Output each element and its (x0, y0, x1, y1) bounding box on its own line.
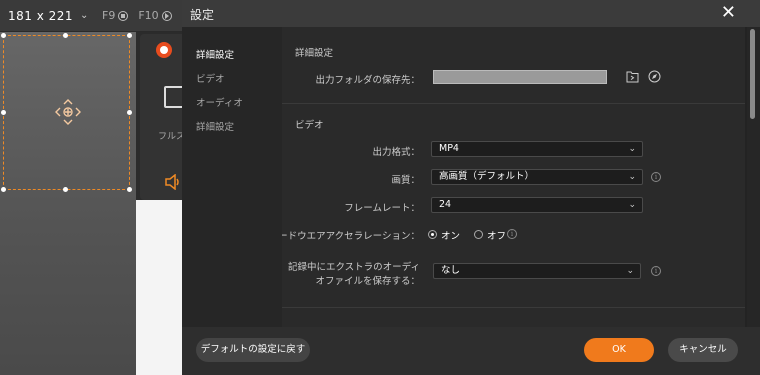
resize-handle[interactable] (1, 110, 6, 115)
region-size-readout[interactable]: 181 x 221 (0, 9, 80, 23)
framerate-label: フレームレート： (344, 203, 420, 214)
monitor-icon[interactable] (164, 86, 184, 108)
settings-content: 詳細設定 出力フォルダの保存先： ビデオ 出力格式： MP4 ⌄ 画質： 高画質… (282, 27, 745, 327)
quality-select[interactable]: 高画質（デフォルト） ⌄ (431, 169, 643, 185)
info-icon[interactable]: i (651, 172, 661, 182)
folder-open-icon[interactable] (626, 70, 639, 83)
dialog-titlebar: 設定 ✕ (182, 0, 760, 27)
screen: 181 x 221 ⌄ F9 F10 フルス 設定 ✕ 詳細設定 ビデオ オーデ… (0, 0, 760, 375)
resize-handle[interactable] (63, 187, 68, 192)
pause-hotkey: F10 (138, 9, 172, 22)
cancel-button[interactable]: キャンセル (668, 338, 738, 362)
settings-scrollbar[interactable] (747, 27, 760, 327)
gpu-off-label[interactable]: オフ (487, 228, 506, 242)
gpu-off-radio[interactable] (474, 230, 483, 239)
gpu-on-radio[interactable] (428, 230, 437, 239)
chevron-down-icon: ⌄ (628, 200, 636, 210)
chevron-down-icon[interactable]: ⌄ (80, 10, 98, 21)
pause-hotkey-label: F10 (138, 9, 159, 22)
gpu-acceleration-label: GPUハードウエアアクセラレーション： (282, 231, 420, 242)
ok-button[interactable]: OK (584, 338, 654, 362)
background-window (136, 200, 182, 375)
info-icon[interactable]: i (651, 266, 661, 276)
output-folder-label: 出力フォルダの保存先： (315, 75, 420, 86)
close-icon[interactable]: ✕ (721, 3, 736, 23)
scrollbar-thumb[interactable] (750, 29, 755, 119)
restore-defaults-button[interactable]: デフォルトの設定に戻す (196, 338, 310, 362)
fullscreen-label: フルス (158, 132, 186, 142)
output-folder-field[interactable] (433, 70, 607, 84)
resize-handle[interactable] (1, 33, 6, 38)
framerate-select-value: 24 (439, 199, 452, 210)
resize-handle[interactable] (127, 187, 132, 192)
extra-audio-select-value: なし (441, 265, 461, 276)
section-divider (282, 103, 745, 104)
play-icon[interactable] (161, 10, 172, 21)
nav-item-advanced[interactable]: 詳細設定 (196, 47, 234, 61)
format-label: 出力格式： (372, 147, 420, 158)
extra-audio-select[interactable]: なし ⌄ (433, 263, 641, 279)
nav-item-video[interactable]: ビデオ (196, 71, 225, 85)
chevron-down-icon: ⌄ (628, 144, 636, 154)
framerate-select[interactable]: 24 ⌄ (431, 197, 643, 213)
app-logo-icon (156, 42, 172, 58)
stop-icon[interactable] (118, 10, 129, 21)
section-title-video: ビデオ (295, 120, 324, 131)
quality-select-value: 高画質（デフォルト） (439, 171, 535, 182)
chevron-down-icon: ⌄ (626, 266, 634, 276)
settings-dialog: 設定 ✕ 詳細設定 ビデオ オーディオ 詳細設定 詳細設定 出力フォルダの保存先… (182, 0, 760, 375)
resize-handle[interactable] (1, 187, 6, 192)
speaker-icon[interactable] (164, 174, 182, 190)
section-divider (282, 307, 745, 308)
settings-nav: 詳細設定 ビデオ オーディオ 詳細設定 (182, 27, 282, 327)
capture-region[interactable] (1, 33, 132, 192)
chevron-down-icon: ⌄ (628, 172, 636, 182)
dialog-title: 設定 (190, 8, 215, 22)
stop-hotkey: F9 (102, 9, 129, 22)
nav-item-more[interactable]: 詳細設定 (196, 119, 234, 133)
resize-handle[interactable] (127, 110, 132, 115)
extra-audio-label: 記録中にエクストラのオーディオファイルを保存する： (287, 262, 420, 287)
move-icon[interactable] (54, 98, 82, 126)
quality-label: 画質： (391, 175, 420, 186)
format-select[interactable]: MP4 ⌄ (431, 141, 643, 157)
resize-handle[interactable] (127, 33, 132, 38)
resize-handle[interactable] (63, 33, 68, 38)
dialog-footer: デフォルトの設定に戻す OK キャンセル (182, 327, 760, 375)
format-select-value: MP4 (439, 143, 459, 154)
nav-item-audio[interactable]: オーディオ (196, 95, 243, 109)
stop-hotkey-label: F9 (102, 9, 116, 22)
gpu-on-label[interactable]: オン (441, 228, 460, 242)
info-icon[interactable]: i (507, 229, 517, 239)
recorder-toolbar: 181 x 221 ⌄ F9 F10 (0, 0, 182, 32)
section-title-advanced: 詳細設定 (295, 48, 334, 59)
compass-icon[interactable] (648, 70, 661, 83)
